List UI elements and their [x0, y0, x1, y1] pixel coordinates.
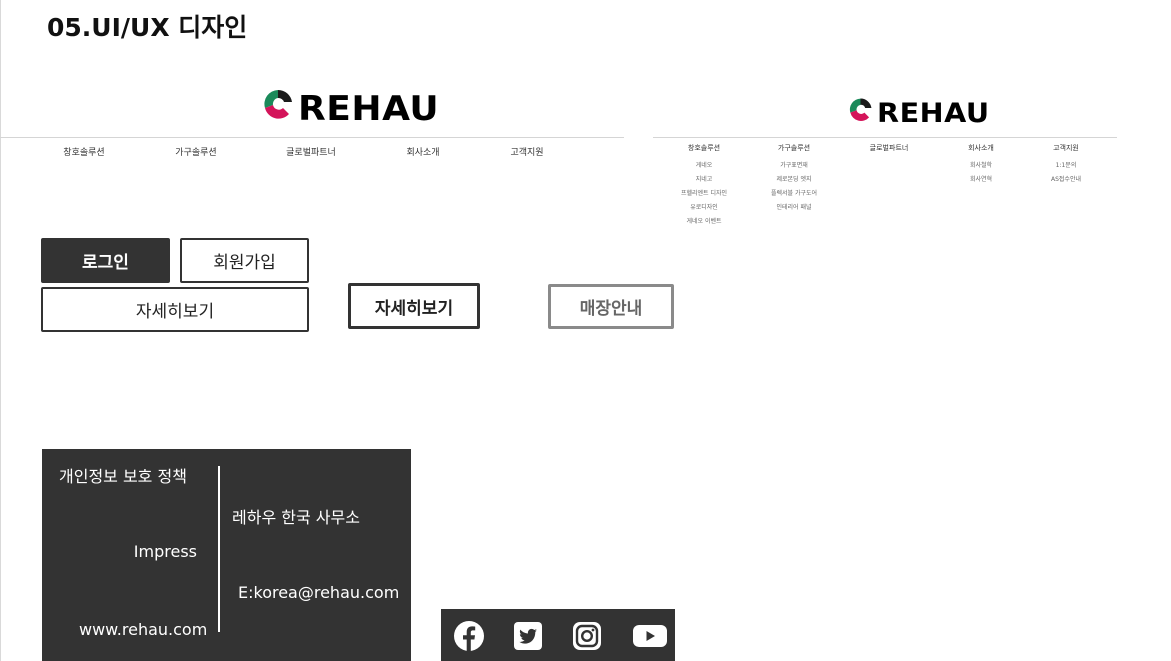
rehau-logo-mark-icon: [264, 89, 292, 119]
nav-item-support[interactable]: 고객지원: [510, 145, 543, 158]
website-link[interactable]: www.rehau.com: [79, 620, 207, 639]
mega-heading[interactable]: 글로벌파트너: [870, 143, 909, 160]
header-divider-small: [653, 137, 1117, 138]
page-title: 05.UI/UX 디자인: [47, 13, 248, 42]
rehau-wordmark: REHAU: [298, 89, 440, 129]
mega-col-window: 창호솔루션 게네오 지네고 프헬리엔트 디자인 유로디자인 게네오 이벤트: [681, 143, 727, 230]
main-nav-large: 창호솔루션 가구솔루션 글로벌파트너 회사소개 고객지원: [0, 145, 624, 159]
mega-item[interactable]: 유로디자인: [681, 202, 727, 216]
nav-item-global-partner[interactable]: 글로벌파트너: [286, 145, 336, 158]
rehau-logo-large[interactable]: REHAU: [262, 88, 439, 126]
mega-item[interactable]: 프헬리엔트 디자인: [681, 188, 727, 202]
left-border: [0, 0, 1, 661]
mega-item[interactable]: 가구표면재: [771, 160, 817, 174]
office-name: 레하우 한국 사무소: [232, 508, 360, 527]
twitter-icon[interactable]: [512, 620, 544, 652]
login-button[interactable]: 로그인: [41, 238, 170, 283]
mega-item[interactable]: 지네고: [681, 174, 727, 188]
email-text[interactable]: E:korea@rehau.com: [238, 583, 399, 602]
social-bar: [441, 609, 675, 661]
footer: 개인정보 보호 정책 Impress www.rehau.com 레하우 한국 …: [42, 449, 411, 661]
mega-col-company: 회사소개 회사철학 회사연혁: [968, 143, 994, 188]
facebook-icon[interactable]: [453, 620, 485, 652]
mega-item[interactable]: 인테리어 패널: [771, 202, 817, 216]
mega-heading[interactable]: 회사소개: [968, 143, 994, 160]
rehau-logo-mark-icon: [849, 98, 872, 121]
privacy-policy-link[interactable]: 개인정보 보호 정책: [59, 463, 187, 487]
impress-link[interactable]: Impress: [134, 542, 197, 561]
rehau-logo-small[interactable]: REHAU: [848, 97, 989, 127]
mega-heading[interactable]: 고객지원: [1051, 143, 1081, 160]
mega-col-furniture: 가구솔루션 가구표면재 제로본딩 엣지 플렉서블 가구도어 인테리어 패널: [771, 143, 817, 216]
mega-col-support: 고객지원 1:1문의 AS접수안내: [1051, 143, 1081, 188]
mega-item[interactable]: 제로본딩 엣지: [771, 174, 817, 188]
youtube-icon[interactable]: [632, 620, 668, 652]
mega-item[interactable]: 1:1문의: [1051, 160, 1081, 174]
mega-col-global-partner: 글로벌파트너: [870, 143, 909, 160]
instagram-icon[interactable]: [571, 620, 603, 652]
mega-item[interactable]: 회사연혁: [968, 174, 994, 188]
nav-item-company[interactable]: 회사소개: [406, 145, 439, 158]
details-button-wide[interactable]: 자세히보기: [41, 287, 309, 332]
mega-item[interactable]: AS접수안내: [1051, 174, 1081, 188]
signup-button[interactable]: 회원가입: [180, 238, 309, 283]
header-divider-large: [0, 137, 624, 138]
mega-heading[interactable]: 창호솔루션: [681, 143, 727, 160]
rehau-wordmark: REHAU: [877, 98, 990, 129]
details-button-bold[interactable]: 자세히보기: [348, 283, 480, 329]
nav-item-window-solutions[interactable]: 창호솔루션: [63, 145, 104, 158]
mega-item[interactable]: 게네오: [681, 160, 727, 174]
nav-item-furniture-solutions[interactable]: 가구솔루션: [175, 145, 216, 158]
mega-item[interactable]: 회사철학: [968, 160, 994, 174]
store-info-button[interactable]: 매장안내: [548, 284, 674, 329]
mega-menu: 창호솔루션 게네오 지네고 프헬리엔트 디자인 유로디자인 게네오 이벤트 가구…: [653, 143, 1117, 233]
mega-item[interactable]: 플렉서블 가구도어: [771, 188, 817, 202]
mega-heading[interactable]: 가구솔루션: [771, 143, 817, 160]
footer-divider: [218, 466, 220, 632]
mega-item[interactable]: 게네오 이벤트: [681, 216, 727, 230]
